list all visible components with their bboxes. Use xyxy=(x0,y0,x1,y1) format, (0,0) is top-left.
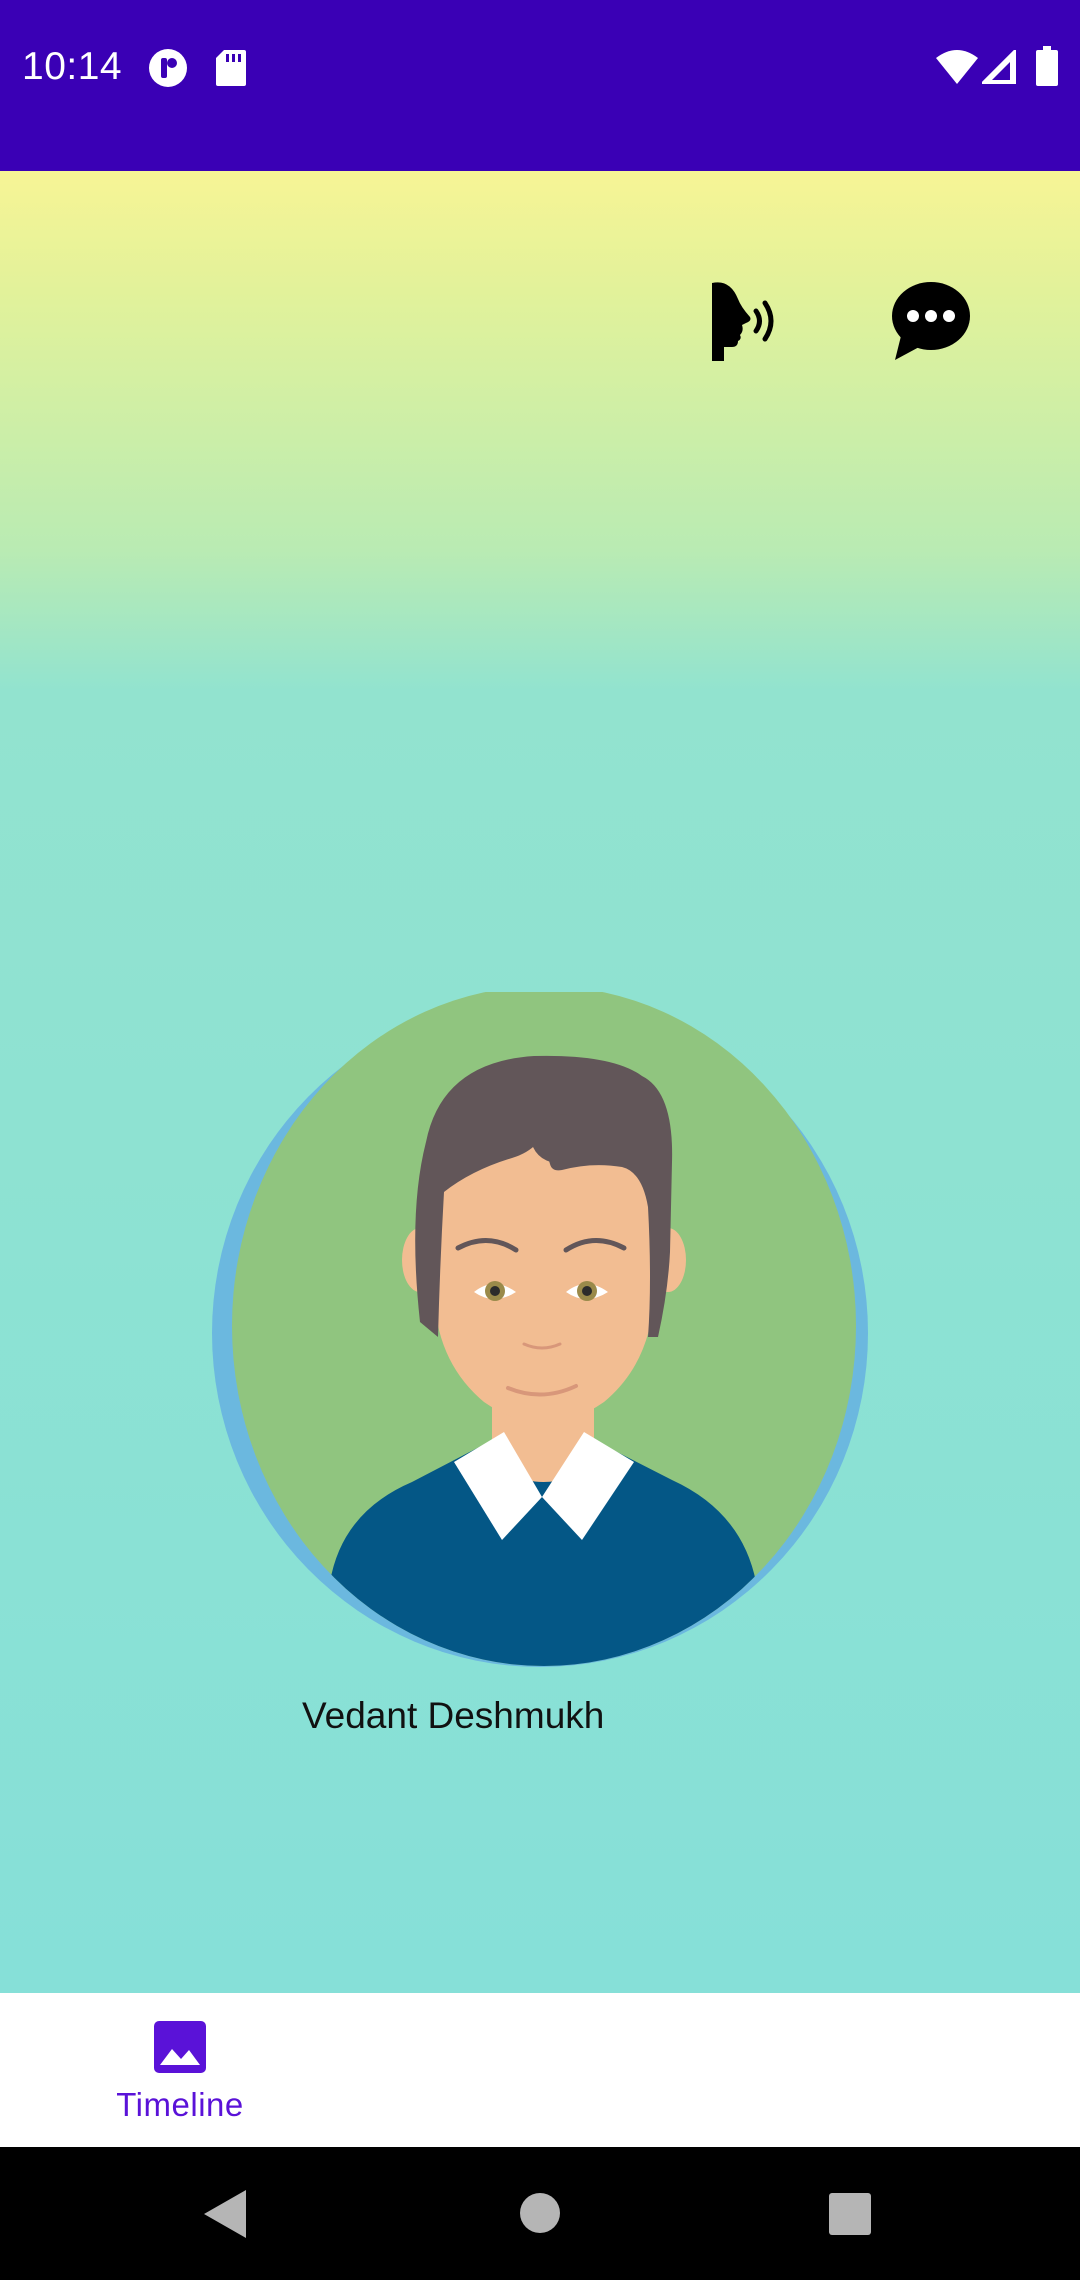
signal-icon xyxy=(982,50,1016,84)
system-navigation-bar xyxy=(0,2147,1080,2280)
tiktok-icon xyxy=(149,49,187,87)
nav-item-timeline[interactable]: Timeline xyxy=(60,1993,300,2147)
wifi-icon xyxy=(936,50,978,84)
profile-screen: Vedant Deshmukh xyxy=(0,171,1080,1993)
home-icon[interactable] xyxy=(520,2193,560,2233)
recents-icon[interactable] xyxy=(829,2193,871,2235)
nav-label-timeline: Timeline xyxy=(116,2086,244,2123)
back-icon[interactable] xyxy=(204,2190,246,2238)
status-time: 10:14 xyxy=(22,45,123,88)
battery-icon xyxy=(1036,46,1058,86)
user-name: Vedant Deshmukh xyxy=(302,1695,605,1736)
speak-icon[interactable] xyxy=(708,281,784,361)
chat-bubble-icon[interactable] xyxy=(891,280,971,360)
sd-card-icon xyxy=(216,50,246,86)
bottom-navigation: Timeline xyxy=(0,1993,1080,2147)
image-icon xyxy=(154,2021,206,2073)
status-bar: 10:14 xyxy=(0,0,1080,171)
avatar xyxy=(212,992,868,1667)
